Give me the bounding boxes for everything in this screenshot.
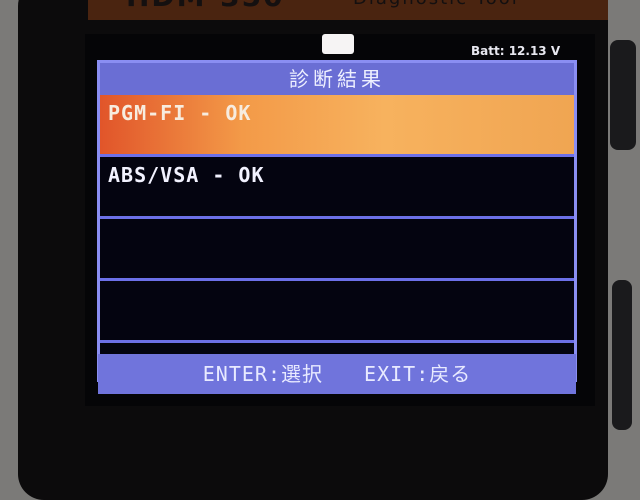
list-item-pgm-fi[interactable]: PGM-FI - OK bbox=[100, 95, 574, 157]
enter-key-hint[interactable]: ENTER:選択 bbox=[203, 362, 323, 386]
list-item-label: ABS/VSA - OK bbox=[108, 163, 265, 187]
list-item-abs-vsa[interactable]: ABS/VSA - OK bbox=[100, 157, 574, 219]
device-title: Diagnostic Tool bbox=[353, 0, 519, 9]
list-item-empty[interactable] bbox=[100, 219, 574, 281]
results-list: PGM-FI - OK ABS/VSA - OK bbox=[100, 95, 574, 343]
panel-title: 診断結果 bbox=[100, 63, 574, 95]
device-model: HDM-350 bbox=[126, 0, 285, 13]
device-header: HDM-350 Diagnostic Tool bbox=[88, 0, 608, 20]
battery-voltage: Batt: 12.13 V bbox=[471, 44, 561, 58]
screen-glare bbox=[322, 34, 354, 54]
diagnostic-device: HDM-350 Diagnostic Tool Batt: 12.13 V 診断… bbox=[18, 0, 636, 500]
side-button-lower[interactable] bbox=[612, 280, 632, 430]
key-hint-bar: ENTER:選択 EXIT:戻る bbox=[98, 354, 576, 394]
results-panel: 診断結果 PGM-FI - OK ABS/VSA - OK bbox=[97, 60, 577, 382]
side-button[interactable] bbox=[610, 40, 636, 150]
lcd-screen: Batt: 12.13 V 診断結果 PGM-FI - OK ABS/VSA -… bbox=[85, 34, 595, 406]
exit-key-hint[interactable]: EXIT:戻る bbox=[364, 362, 471, 386]
list-item-empty[interactable] bbox=[100, 281, 574, 343]
list-item-label: PGM-FI - OK bbox=[108, 101, 252, 125]
